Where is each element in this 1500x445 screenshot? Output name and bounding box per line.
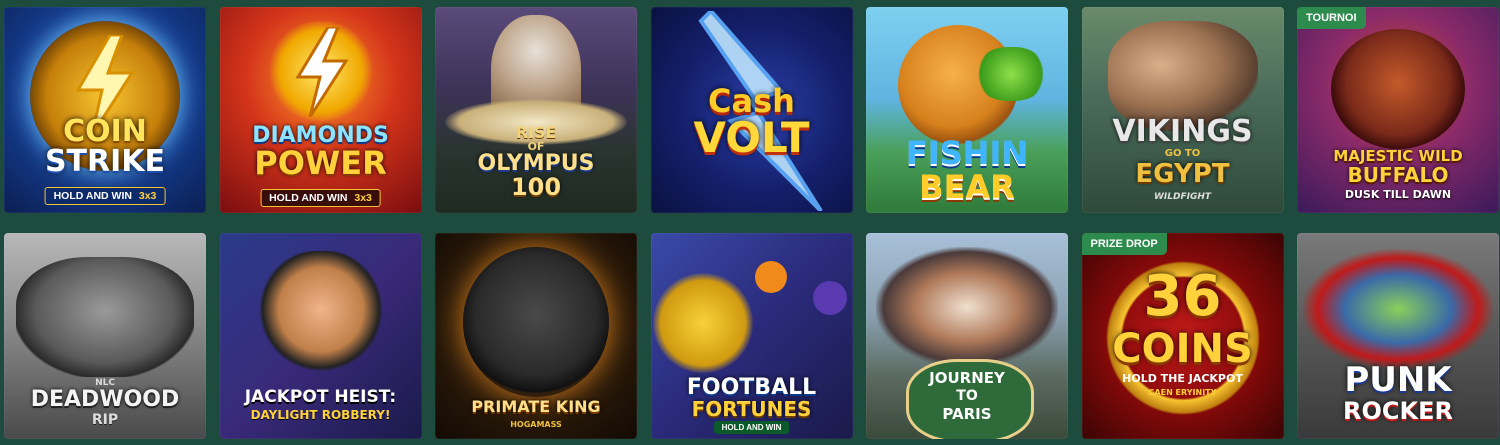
grape-icon (812, 281, 847, 315)
game-title-line3: OLYMPUS (477, 151, 595, 176)
provider-logo: WILDFIGHT (1153, 192, 1212, 202)
subtitle-text: HOLD AND WIN (269, 192, 348, 204)
game-title-line2: COINS (1112, 326, 1253, 372)
game-subtitle: HOLD AND WIN (713, 421, 790, 434)
game-title-line2: STRIKE (44, 144, 166, 179)
game-title-line1: JACKPOT HEIST: (244, 387, 397, 407)
game-title-line3: PARIS (942, 405, 992, 423)
game-title-line2: BEAR (919, 168, 1015, 206)
robber-mugshot (259, 251, 382, 381)
game-tile-punk-rocker[interactable]: PUNK ROCKER (1297, 233, 1499, 439)
football-fruits (652, 273, 753, 373)
cowboy-figures (16, 257, 194, 377)
game-tile-rise-of-olympus-100[interactable]: RISE OF OLYMPUS 100 (435, 7, 637, 213)
game-grid: COIN STRIKE HOLD AND WIN 3x3 DIAMONDS PO… (4, 7, 1499, 439)
game-tile-36-coins[interactable]: 36 COINS HOLD THE JACKPOT CAEN ERYINITY … (1081, 233, 1284, 439)
game-subtitle: DUSK TILL DAWN (1344, 188, 1452, 201)
game-title-line2: VOLT (693, 113, 810, 162)
game-subtitle: HOLD THE JACKPOT (1122, 372, 1243, 385)
game-tile-deadwood[interactable]: NLC DEADWOOD RIP (4, 233, 206, 439)
game-tile-diamonds-power[interactable]: DIAMONDS POWER HOLD AND WIN 3x3 (219, 7, 422, 213)
game-title-line1: COIN (63, 114, 147, 149)
lightning-bolt-icon (294, 27, 349, 117)
subtitle-extra: 3x3 (138, 190, 157, 202)
subtitle-extra: 3x3 (354, 192, 372, 204)
game-tile-vikings-go-to-egypt[interactable]: VIKINGS GO TO EGYPT WILDFIGHT (1081, 7, 1284, 213)
game-tile-majestic-wild-buffalo[interactable]: MAJESTIC WILD BUFFALO DUSK TILL DAWN TOU… (1297, 7, 1499, 213)
provider-logo: HOGAMASS (510, 420, 562, 429)
game-tile-primate-king[interactable]: PRIMATE KING HOGAMASS (435, 233, 637, 439)
game-tile-coin-strike[interactable]: COIN STRIKE HOLD AND WIN 3x3 (4, 7, 206, 213)
game-title-line3: EGYPT (1135, 159, 1230, 189)
game-title-line1: RISE (515, 123, 557, 142)
game-title-line1: MAJESTIC WILD (1333, 147, 1463, 165)
game-tile-cash-volt[interactable]: Cash VOLT (650, 7, 853, 213)
game-title-line1: DEADWOOD (30, 387, 180, 412)
game-title-line2: RIP (91, 412, 119, 428)
game-subtitle: HOLD AND WIN 3x3 (260, 189, 381, 207)
game-tile-football-fortunes[interactable]: FOOTBALL FORTUNES HOLD AND WIN (650, 233, 853, 439)
game-title-line2: TO (956, 388, 978, 404)
gorilla (463, 247, 609, 397)
subtitle-text: HOLD AND WIN (53, 190, 132, 202)
game-title-line4: 100 (510, 173, 562, 201)
game-title-line2: ROCKER (1343, 397, 1453, 425)
game-title-line1: PRIMATE KING (471, 397, 601, 416)
game-tag: CAEN ERYINITY (1148, 388, 1217, 397)
game-title-line2: FORTUNES (691, 397, 812, 421)
game-title-line1: FOOTBALL (686, 375, 817, 400)
game-title-line1: VIKINGS (1112, 114, 1253, 149)
buffalo-head (1331, 29, 1465, 149)
fish-icon (976, 47, 1046, 101)
tournament-badge: TOURNOI (1297, 7, 1366, 29)
game-title-line2: DAYLIGHT ROBBERY! (250, 408, 391, 422)
mime-characters (876, 247, 1058, 367)
punk-characters (1303, 249, 1493, 369)
game-subtitle: HOLD AND WIN 3x3 (44, 187, 166, 205)
game-title-line1: JOURNEY (929, 369, 1005, 387)
game-title-line2: GO TO (1164, 148, 1201, 159)
game-title-line1: PUNK (1344, 360, 1452, 400)
game-tile-fishin-bear[interactable]: FISHIN BEAR (866, 7, 1068, 213)
game-tile-journey-to-paris[interactable]: JOURNEY TO PARIS (866, 233, 1068, 439)
orange-icon (754, 261, 787, 293)
game-tile-jackpot-heist[interactable]: JACKPOT HEIST: DAYLIGHT ROBBERY! (219, 233, 422, 439)
game-title-line2: POWER (254, 144, 387, 182)
game-title-line1: FISHIN (905, 134, 1029, 172)
game-title-line1: 36 (1143, 264, 1222, 329)
game-title-line2: BUFFALO (1347, 163, 1449, 187)
prize-drop-badge: PRIZE DROP (1081, 233, 1167, 255)
